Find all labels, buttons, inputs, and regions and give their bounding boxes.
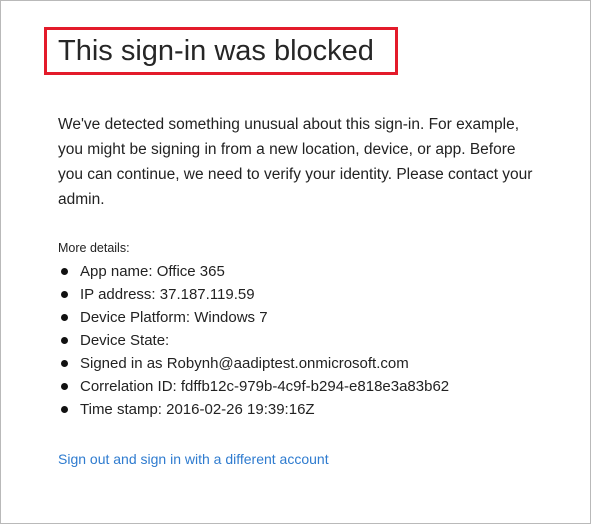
detail-ip-address: IP address: 37.187.119.59 <box>58 283 449 306</box>
detail-device-platform: Device Platform: Windows 7 <box>58 306 449 329</box>
more-details-heading: More details: <box>58 241 130 255</box>
detail-time-stamp: Time stamp: 2016-02-26 19:39:16Z <box>58 398 449 421</box>
detail-signed-in-as: Signed in as Robynh@aadiptest.onmicrosof… <box>58 352 449 375</box>
sign-in-blocked-panel: This sign-in was blocked We've detected … <box>0 0 591 524</box>
detail-app-name: App name: Office 365 <box>58 260 449 283</box>
detail-device-state: Device State: <box>58 329 449 352</box>
blocked-message: We've detected something unusual about t… <box>58 116 533 208</box>
sign-out-link[interactable]: Sign out and sign in with a different ac… <box>58 451 329 467</box>
title-highlight-box: This sign-in was blocked <box>44 27 398 75</box>
details-list: App name: Office 365 IP address: 37.187.… <box>58 260 449 421</box>
page-title: This sign-in was blocked <box>58 34 374 67</box>
detail-correlation-id: Correlation ID: fdffb12c-979b-4c9f-b294-… <box>58 375 449 398</box>
